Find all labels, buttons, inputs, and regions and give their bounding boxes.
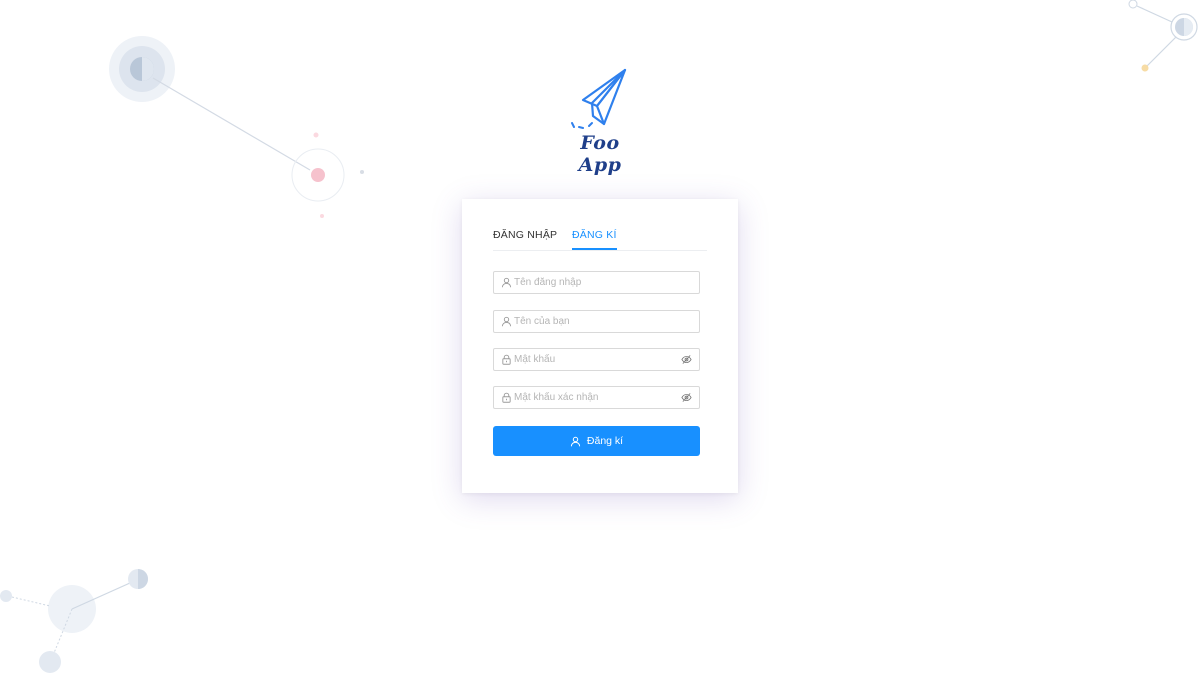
password-confirm-input[interactable]: [514, 387, 674, 408]
paper-plane-icon: [571, 68, 627, 129]
password-input[interactable]: [514, 349, 674, 370]
eye-invisible-icon[interactable]: [681, 354, 692, 365]
register-button[interactable]: Đăng kí: [493, 426, 700, 456]
lock-icon: [502, 354, 511, 365]
user-icon: [501, 277, 512, 288]
password-confirm-field: [493, 386, 700, 409]
password-field: [493, 348, 700, 371]
tab-register[interactable]: ĐĂNG KÍ: [572, 229, 617, 250]
app-name: Foo App: [578, 132, 622, 176]
user-icon: [570, 436, 581, 446]
lock-icon: [502, 392, 511, 403]
tab-login[interactable]: ĐĂNG NHẬP: [493, 229, 557, 248]
eye-invisible-icon[interactable]: [681, 392, 692, 403]
user-icon: [501, 316, 512, 327]
username-input[interactable]: [514, 272, 674, 293]
auth-card: ĐĂNG NHẬP ĐĂNG KÍ Tên đăng nhập Tên của …: [462, 199, 738, 493]
username-field: [493, 271, 700, 294]
register-button-label: Đăng kí: [586, 435, 624, 447]
auth-tabs: ĐĂNG NHẬP ĐĂNG KÍ: [493, 227, 707, 251]
app-logo: Foo App: [560, 66, 640, 176]
display-name-input[interactable]: [514, 311, 674, 332]
display-name-field: [493, 310, 700, 333]
